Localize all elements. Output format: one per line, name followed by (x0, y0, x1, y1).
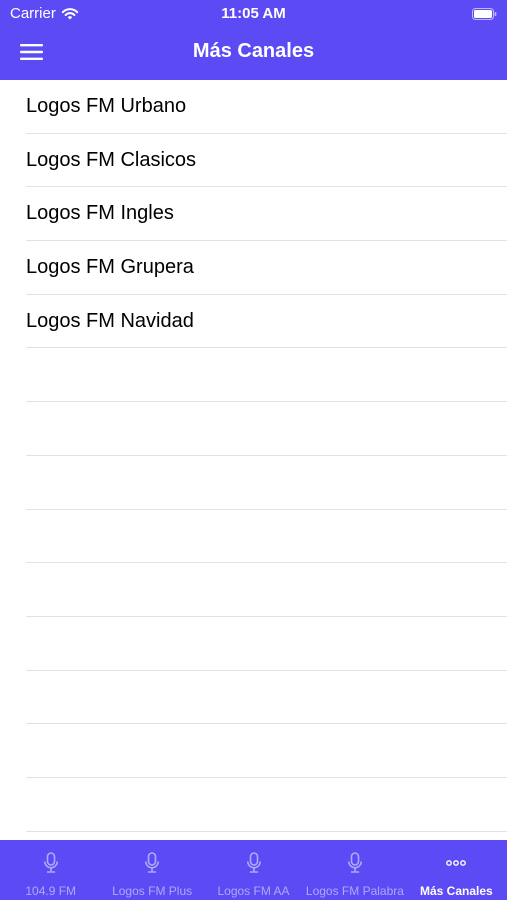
list-item[interactable]: Logos FM Ingles (26, 187, 507, 242)
tab-label: 104.9 FM (25, 884, 77, 898)
microphone-icon (145, 852, 160, 873)
list-item[interactable]: Logos FM Grupera (26, 241, 507, 295)
empty-row (26, 724, 507, 778)
empty-row (26, 617, 507, 671)
microphone-icon (347, 852, 362, 873)
list-item[interactable]: Logos FM Clasicos (26, 134, 507, 188)
status-time: 11:05 AM (221, 5, 286, 22)
tab-label: Logos FM Palabra (305, 884, 404, 898)
list-item-label: Logos FM Navidad (26, 309, 194, 332)
list-item-label: Logos FM Clasicos (26, 148, 197, 171)
list-item-label: Logos FM Grupera (26, 255, 194, 278)
tab-mas-canales[interactable]: Más Canales (406, 840, 507, 900)
battery-icon (472, 7, 497, 20)
list-item-label: Logos FM Urbano (26, 94, 187, 117)
tab-label: Logos FM Plus (112, 884, 193, 898)
tab-label: Más Canales (419, 884, 493, 898)
channel-list: Logos FM Urbano Logos FM Clasicos Logos … (0, 80, 507, 840)
empty-row (26, 348, 507, 403)
microphone-icon (43, 852, 58, 873)
more-icon (446, 860, 467, 866)
tab-logos-fm-aa[interactable]: Logos FM AA (203, 840, 304, 900)
tab-104-9-fm[interactable]: 104.9 FM (0, 840, 101, 900)
tab-logos-fm-plus[interactable]: Logos FM Plus (101, 840, 202, 900)
empty-row (26, 402, 507, 456)
microphone-icon (246, 852, 261, 873)
list-item-label: Logos FM Ingles (26, 202, 174, 225)
tab-bar: 104.9 FM Logos FM Plus Logos FM AA Logos… (0, 840, 507, 900)
header: Carrier 11:05 AM Más Canales (0, 0, 507, 80)
empty-row (26, 563, 507, 617)
empty-row (26, 456, 507, 510)
tab-label: Logos FM AA (217, 884, 290, 898)
app-screen: Carrier 11:05 AM Más Canales Logos FM Ur… (0, 0, 507, 900)
list-item[interactable]: Logos FM Urbano (26, 80, 507, 134)
nav-bar: Más Canales (0, 28, 507, 80)
empty-row (26, 671, 507, 725)
list-item[interactable]: Logos FM Navidad (26, 295, 507, 349)
empty-row (26, 510, 507, 564)
tab-logos-fm-palabra[interactable]: Logos FM Palabra (304, 840, 405, 900)
empty-row (26, 778, 507, 832)
status-bar: Carrier 11:05 AM (0, 0, 507, 28)
page-title: Más Canales (192, 40, 315, 62)
